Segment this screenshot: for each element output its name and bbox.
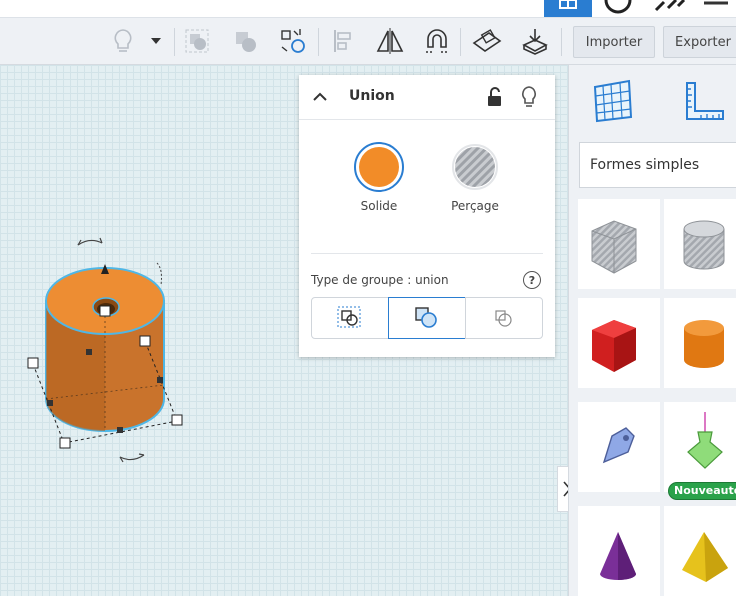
solid-swatch-icon	[354, 142, 404, 192]
shape-card-box[interactable]	[578, 298, 660, 388]
ruler-icon	[686, 82, 724, 120]
shape-card-pen-shape[interactable]	[578, 402, 660, 492]
inspector-divider	[311, 253, 543, 254]
menu-button[interactable]	[700, 0, 730, 17]
hole-label: Perçage	[451, 199, 499, 213]
visibility-dropdown[interactable]	[142, 24, 170, 58]
lock-button[interactable]	[483, 85, 507, 109]
intersect-icon	[495, 310, 512, 327]
grid-view-icon	[559, 0, 577, 9]
collapse-inspector-button[interactable]	[309, 87, 331, 107]
toolbar-divider	[318, 28, 319, 56]
align-workplane-button[interactable]	[276, 24, 310, 58]
sphere-icon	[604, 0, 632, 14]
group-combined-icon	[337, 306, 361, 328]
union-icon	[415, 307, 437, 328]
tools-icon	[654, 0, 686, 12]
chevron-up-icon	[313, 92, 327, 101]
workplane-tool-button[interactable]	[589, 77, 637, 125]
solid-label: Solide	[360, 199, 398, 213]
cone-icon	[600, 532, 636, 580]
toolbar-divider	[174, 28, 175, 56]
main-toolbar: Importer Exporter	[0, 17, 736, 65]
shape-card-cylinder[interactable]	[664, 298, 736, 388]
lightbulb-icon	[114, 29, 132, 52]
shape-category-label: Formes simples	[590, 157, 700, 173]
import-button[interactable]: Importer	[573, 26, 655, 58]
mirror-button[interactable]	[373, 24, 407, 58]
magnet-icon	[426, 29, 448, 53]
rotate-view-button[interactable]	[600, 0, 636, 17]
toolbar-divider	[460, 28, 461, 56]
pen-shape-icon	[602, 427, 635, 464]
group-type-option-1[interactable]	[311, 297, 389, 339]
show-hidden-button[interactable]	[106, 24, 140, 58]
inspector-title: Union	[349, 88, 395, 104]
shape-card-cylinder-hole[interactable]	[664, 199, 736, 289]
cylinder-icon	[684, 320, 724, 368]
inspector-header: Union	[299, 75, 555, 120]
hole-button[interactable]	[449, 141, 501, 193]
hole-swatch-icon	[452, 144, 498, 190]
tools-button[interactable]	[650, 0, 690, 17]
hide-button[interactable]	[517, 84, 541, 110]
top-bar	[0, 0, 736, 17]
solid-color-button[interactable]	[353, 141, 405, 193]
grid-view-button[interactable]	[544, 0, 592, 17]
lightbulb-icon	[522, 86, 536, 107]
help-button[interactable]: ?	[523, 271, 541, 289]
workplane-icon	[472, 29, 502, 52]
lock-open-icon	[488, 87, 501, 106]
workplane-button[interactable]	[470, 24, 504, 58]
group-type-union-button[interactable]	[388, 297, 466, 339]
mirror-icon	[376, 28, 404, 54]
box-icon	[592, 320, 636, 372]
chevron-down-icon	[151, 38, 161, 44]
align-icon	[334, 30, 351, 52]
group-type-label: Type de groupe : union	[311, 273, 449, 287]
group-button[interactable]	[180, 24, 214, 58]
shape-card-box-hole[interactable]	[578, 199, 660, 289]
group-type-intersect-button[interactable]	[465, 297, 543, 339]
shape-category-select[interactable]: Formes simples	[579, 142, 736, 188]
shape-card-pyramid[interactable]	[664, 506, 736, 596]
toolbar-divider	[561, 28, 562, 56]
spinning-top-icon	[687, 412, 723, 469]
align-button[interactable]	[326, 24, 360, 58]
workplane-grid-icon	[593, 79, 633, 123]
drop-button[interactable]	[518, 24, 552, 58]
magnet-button[interactable]	[420, 24, 454, 58]
cruise-icon	[281, 29, 305, 53]
shape-card-cone[interactable]	[578, 506, 660, 596]
drop-icon	[522, 29, 548, 55]
new-badge: Nouveautés	[668, 482, 736, 500]
cylinder-hole-icon	[683, 220, 725, 270]
shape-card-spinning-top[interactable]: Nouveautés	[664, 402, 736, 500]
shape-inspector-panel: Union Solide Perçage Type de groupe : un…	[299, 75, 555, 357]
box-hole-icon	[591, 220, 637, 274]
group-icon	[185, 29, 209, 53]
ungroup-button[interactable]	[228, 24, 262, 58]
ungroup-icon	[236, 32, 256, 52]
ruler-tool-button[interactable]	[679, 77, 727, 125]
pyramid-icon	[682, 532, 728, 582]
menu-icon	[704, 1, 728, 5]
shapes-panel: Formes simples Nouveaut	[568, 65, 736, 596]
export-button[interactable]: Exporter	[663, 26, 736, 58]
